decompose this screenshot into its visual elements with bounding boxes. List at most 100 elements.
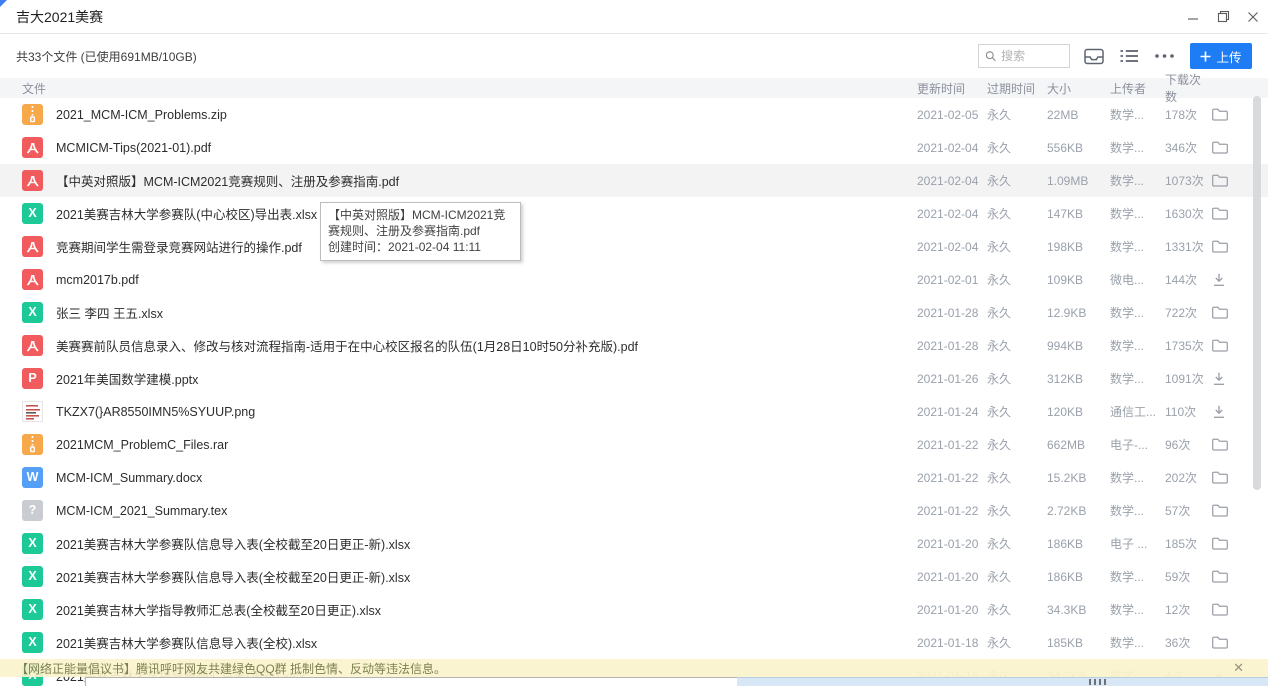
- notice-banner: 【网络正能量倡议书】腾讯呼吁网友共建绿色QQ群 抵制色情、反动等违法信息。 ✕: [0, 659, 1268, 677]
- uploader: 数学...: [1110, 502, 1165, 519]
- file-name[interactable]: 2021年美国数学建模.pptx: [56, 369, 206, 388]
- open-folder-button[interactable]: [1212, 141, 1242, 154]
- open-folder-button[interactable]: [1212, 108, 1242, 121]
- banner-close-icon[interactable]: ✕: [1233, 660, 1244, 676]
- zipper-glyph: [22, 434, 43, 455]
- zipper-glyph: [22, 104, 43, 125]
- open-folder-button[interactable]: [1212, 438, 1242, 451]
- restore-button[interactable]: [1208, 0, 1238, 33]
- uploader: 电子 ...: [1110, 535, 1165, 552]
- table-row[interactable]: X2021美赛吉林大学指导教师汇总表(全校截至20日更正).xlsx2021-0…: [0, 593, 1268, 626]
- open-folder-button[interactable]: [1212, 603, 1242, 616]
- table-row[interactable]: ?MCM-ICM_2021_Summary.tex2021-01-22永久2.7…: [0, 494, 1268, 527]
- rar-file-icon: [22, 434, 43, 455]
- expire-time: 永久: [987, 238, 1047, 255]
- file-name[interactable]: MCMICM-Tips(2021-01).pdf: [56, 141, 219, 155]
- open-folder-button[interactable]: [1212, 504, 1242, 517]
- table-row[interactable]: X张三 李四 王五.xlsx2021-01-28永久12.9KB数学...722…: [0, 296, 1268, 329]
- search-box[interactable]: [978, 44, 1070, 68]
- expire-time: 永久: [987, 139, 1047, 156]
- open-folder-icon: [1212, 537, 1228, 550]
- table-row[interactable]: MCMICM-Tips(2021-01).pdf2021-02-04永久556K…: [0, 131, 1268, 164]
- open-folder-button[interactable]: [1212, 207, 1242, 220]
- tooltip-created: 创建时间：2021-02-04 11:11: [328, 239, 513, 255]
- file-name[interactable]: 2021美赛吉林大学参赛队(中心校区)导出表.xlsx: [56, 204, 325, 223]
- scrollbar-thumb[interactable]: [1253, 96, 1261, 490]
- file-name[interactable]: TKZX7(}AR8550IMN5%SYUUP.png: [56, 405, 263, 419]
- pdf-file-icon: [22, 170, 43, 191]
- file-name[interactable]: mcm2017b.pdf: [56, 273, 147, 287]
- table-row[interactable]: P2021年美国数学建模.pptx2021-01-26永久312KB数学...1…: [0, 362, 1268, 395]
- download-count: 1630次: [1165, 205, 1212, 222]
- open-folder-button[interactable]: [1212, 240, 1242, 253]
- table-row[interactable]: X2021美赛吉林大学参赛队(中心校区)导出表.xlsx2021-02-04永久…: [0, 197, 1268, 230]
- background-window-corner: [0, 0, 7, 7]
- file-name[interactable]: 美赛赛前队员信息录入、修改与核对流程指南-适用于在中心校区报名的队伍(1月28日…: [56, 336, 646, 355]
- uploader: 数学...: [1110, 634, 1165, 651]
- save-to-drive-button[interactable]: [1083, 48, 1105, 65]
- expire-time: 永久: [987, 403, 1047, 420]
- file-name[interactable]: 2021MCM_ProblemC_Files.rar: [56, 438, 236, 452]
- expire-time: 永久: [987, 601, 1047, 618]
- open-folder-button[interactable]: [1212, 636, 1242, 649]
- download-count: 178次: [1165, 106, 1212, 123]
- download-count: 722次: [1165, 304, 1212, 321]
- minimize-button[interactable]: [1178, 0, 1208, 33]
- uploader: 数学...: [1110, 172, 1165, 189]
- download-button[interactable]: [1212, 372, 1242, 386]
- file-name[interactable]: 2021_MCM-ICM_Problems.zip: [56, 108, 235, 122]
- download-count: 96次: [1165, 436, 1212, 453]
- download-button[interactable]: [1212, 273, 1242, 287]
- toolbar: 共33个文件 (已使用691MB/10GB) 上传: [0, 34, 1268, 78]
- expire-time: 永久: [987, 469, 1047, 486]
- file-name[interactable]: 2021美赛吉林大学指导教师汇总表(全校截至20日更正).xlsx: [56, 600, 389, 619]
- open-folder-button[interactable]: [1212, 570, 1242, 583]
- table-row[interactable]: X2021美赛吉林大学参赛队信息导入表(全校).xlsx2021-01-18永久…: [0, 626, 1268, 659]
- table-row[interactable]: mcm2017b.pdf2021-02-01永久109KB微电...144次: [0, 263, 1268, 296]
- file-name[interactable]: 2021美赛吉林大学参赛队信息导入表(全校截至20日更正-新).xlsx: [56, 534, 418, 553]
- updated-time: 2021-02-04: [917, 207, 987, 221]
- uploader: 数学...: [1110, 139, 1165, 156]
- header-downloads: 下载次数: [1165, 71, 1212, 105]
- file-size: 22MB: [1047, 108, 1110, 122]
- open-folder-button[interactable]: [1212, 174, 1242, 187]
- table-row[interactable]: WMCM-ICM_Summary.docx2021-01-22永久15.2KB数…: [0, 461, 1268, 494]
- restore-icon: [1217, 10, 1230, 23]
- table-row[interactable]: 【中英对照版】MCM-ICM2021竞赛规则、注册及参赛指南.pdf2021-0…: [0, 164, 1268, 197]
- table-row[interactable]: X2021美赛吉林大学参赛队信息导入表(全校截至20日更正-新).xlsx202…: [0, 560, 1268, 593]
- table-row[interactable]: 2021_MCM-ICM_Problems.zip2021-02-05永久22M…: [0, 98, 1268, 131]
- xlsx-file-icon: X: [22, 566, 43, 587]
- table-row[interactable]: TKZX7(}AR8550IMN5%SYUUP.png2021-01-24永久1…: [0, 395, 1268, 428]
- table-row[interactable]: X2021美赛吉林大学参赛队信息导入表(全校截至20日更正-新).xlsx202…: [0, 527, 1268, 560]
- open-folder-icon: [1212, 570, 1228, 583]
- file-name[interactable]: 2021美赛吉林大学参赛队信息导入表(全校).xlsx: [56, 633, 325, 652]
- file-name[interactable]: 【中英对照版】MCM-ICM2021竞赛规则、注册及参赛指南.pdf: [56, 171, 407, 190]
- open-folder-button[interactable]: [1212, 339, 1242, 352]
- list-view-button[interactable]: [1118, 49, 1140, 63]
- table-row[interactable]: 竞赛期间学生需登录竞赛网站进行的操作.pdf2021-02-04永久198KB数…: [0, 230, 1268, 263]
- more-options-button[interactable]: [1153, 54, 1175, 58]
- open-folder-button[interactable]: [1212, 306, 1242, 319]
- search-input[interactable]: [1001, 49, 1063, 63]
- file-name[interactable]: 2021美赛吉林大学参赛队信息导入表(全校截至20日更正-新).xlsx: [56, 567, 418, 586]
- file-name[interactable]: MCM-ICM_Summary.docx: [56, 471, 210, 485]
- table-row[interactable]: 美赛赛前队员信息录入、修改与核对流程指南-适用于在中心校区报名的队伍(1月28日…: [0, 329, 1268, 362]
- header-size: 大小: [1047, 80, 1110, 97]
- updated-time: 2021-01-28: [917, 339, 987, 353]
- open-folder-button[interactable]: [1212, 537, 1242, 550]
- window-title: 吉大2021美赛: [16, 7, 103, 27]
- tex-file-icon: ?: [22, 500, 43, 521]
- uploader: 数学...: [1110, 238, 1165, 255]
- open-folder-icon: [1212, 174, 1228, 187]
- file-name[interactable]: 张三 李四 王五.xlsx: [56, 303, 171, 322]
- table-row[interactable]: 2021MCM_ProblemC_Files.rar2021-01-22永久66…: [0, 428, 1268, 461]
- file-size: 12.9KB: [1047, 306, 1110, 320]
- download-count: 1073次: [1165, 172, 1212, 189]
- download-button[interactable]: [1212, 405, 1242, 419]
- open-folder-button[interactable]: [1212, 471, 1242, 484]
- upload-button[interactable]: 上传: [1190, 43, 1252, 69]
- file-name[interactable]: MCM-ICM_2021_Summary.tex: [56, 504, 235, 518]
- close-button[interactable]: [1238, 0, 1268, 33]
- file-name[interactable]: 竞赛期间学生需登录竞赛网站进行的操作.pdf: [56, 237, 310, 256]
- file-size: 2.72KB: [1047, 504, 1110, 518]
